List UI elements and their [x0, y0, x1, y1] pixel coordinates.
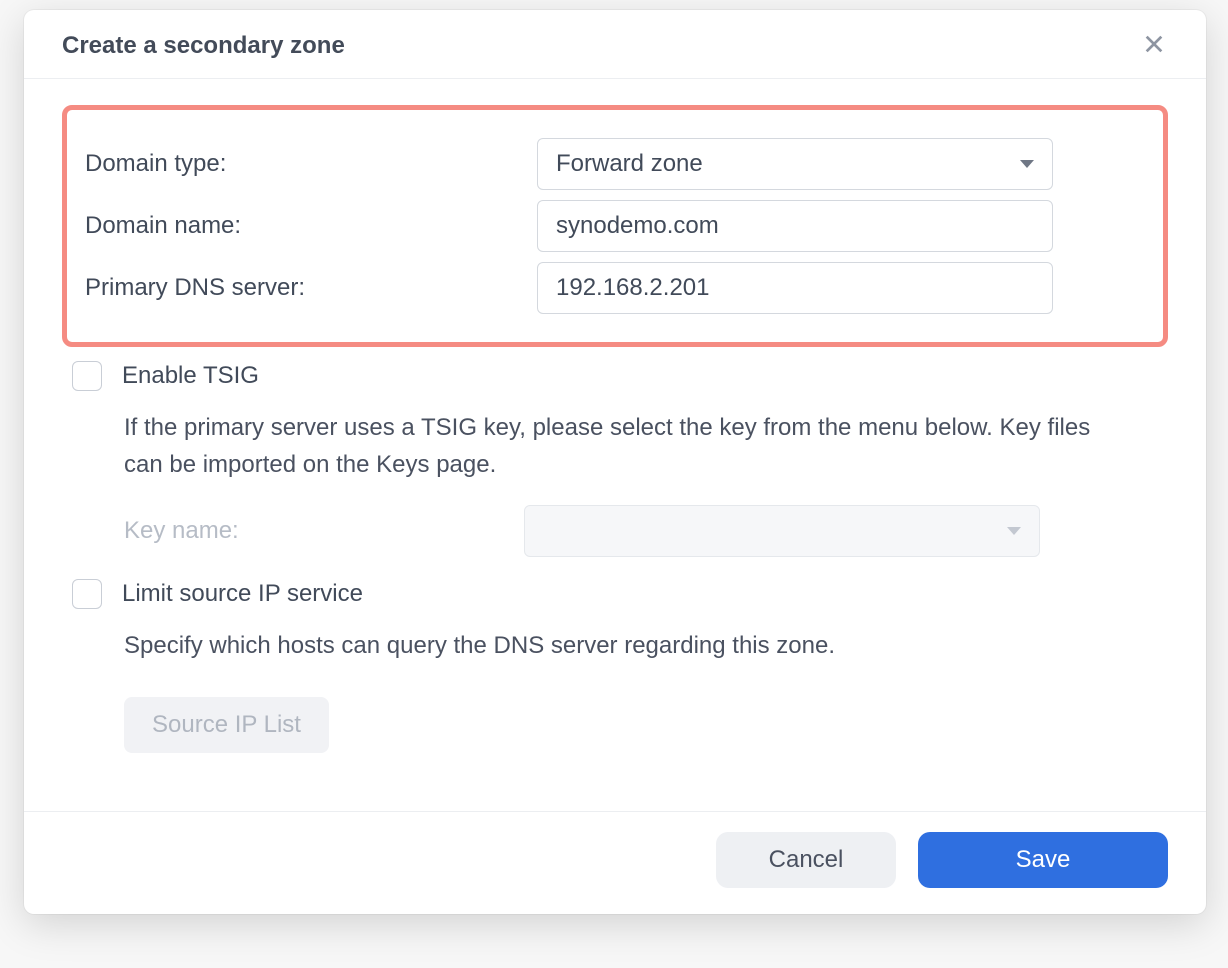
- dialog-body: Domain type: Forward zone Domain name: P…: [24, 79, 1206, 783]
- close-icon: [1143, 33, 1165, 60]
- key-name-select: [524, 505, 1040, 557]
- enable-tsig-label: Enable TSIG: [122, 362, 259, 390]
- domain-type-row: Domain type: Forward zone: [85, 138, 1145, 190]
- domain-name-input[interactable]: [537, 200, 1053, 252]
- dialog-footer: Cancel Save: [24, 811, 1206, 914]
- dialog-title: Create a secondary zone: [62, 32, 345, 60]
- enable-tsig-row: Enable TSIG: [62, 361, 1168, 391]
- key-name-row: Key name:: [124, 505, 1168, 557]
- limit-ip-row: Limit source IP service: [62, 579, 1168, 609]
- domain-type-value: Forward zone: [556, 150, 703, 178]
- domain-type-label: Domain type:: [85, 150, 537, 178]
- limit-ip-help-text: Specify which hosts can query the DNS se…: [124, 627, 1124, 664]
- enable-tsig-checkbox[interactable]: [72, 361, 102, 391]
- chevron-down-icon: [1020, 160, 1034, 168]
- close-button[interactable]: [1140, 32, 1168, 60]
- limit-ip-label: Limit source IP service: [122, 580, 363, 608]
- save-button[interactable]: Save: [918, 832, 1168, 888]
- key-name-label: Key name:: [124, 517, 524, 545]
- primary-dns-row: Primary DNS server:: [85, 262, 1145, 314]
- source-ip-list-button: Source IP List: [124, 697, 329, 753]
- limit-ip-checkbox[interactable]: [72, 579, 102, 609]
- domain-name-label: Domain name:: [85, 212, 537, 240]
- highlighted-form-area: Domain type: Forward zone Domain name: P…: [62, 105, 1168, 347]
- dialog-header: Create a secondary zone: [24, 10, 1206, 79]
- chevron-down-icon: [1007, 527, 1021, 535]
- primary-dns-input[interactable]: [537, 262, 1053, 314]
- cancel-button[interactable]: Cancel: [716, 832, 896, 888]
- tsig-help-text: If the primary server uses a TSIG key, p…: [124, 409, 1124, 483]
- domain-type-select[interactable]: Forward zone: [537, 138, 1053, 190]
- create-secondary-zone-dialog: Create a secondary zone Domain type: For…: [24, 10, 1206, 914]
- domain-name-row: Domain name:: [85, 200, 1145, 252]
- primary-dns-label: Primary DNS server:: [85, 274, 537, 302]
